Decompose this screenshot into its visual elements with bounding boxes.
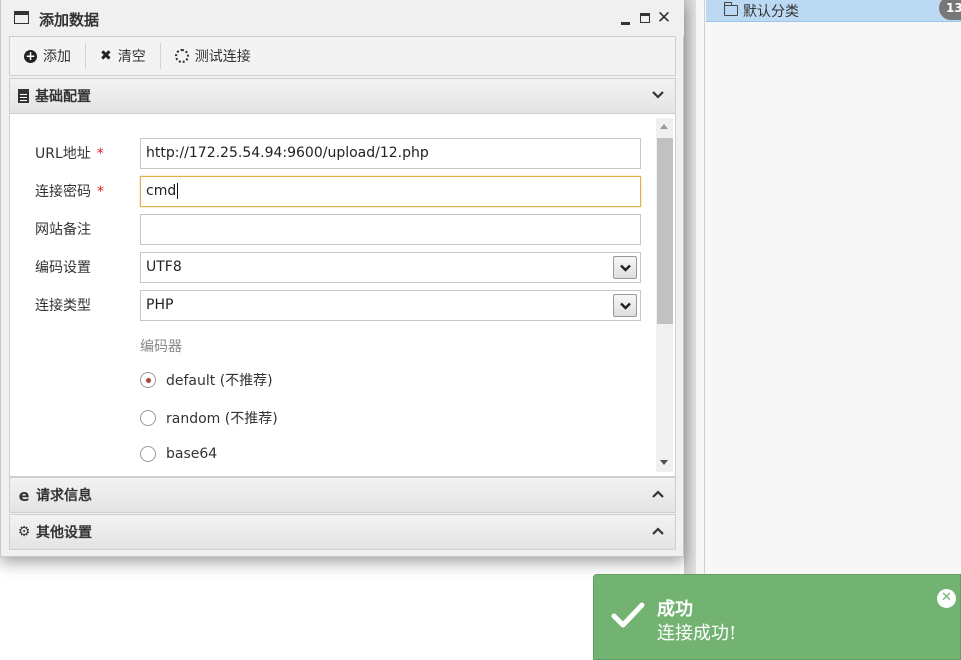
section-basic-header[interactable]: 基础配置 [9,78,676,114]
checkmark-icon [611,602,645,628]
chevron-down-icon [620,302,631,310]
radio-unchecked[interactable] [140,410,156,426]
section-other-header[interactable]: ⚙ 其他设置 [9,514,676,550]
encoder-option-default[interactable]: default (不推荐) [140,370,273,390]
note-label: 网站备注 [35,222,91,238]
text-caret [177,183,179,199]
note-input[interactable] [140,214,641,245]
chevron-up-icon [652,527,664,535]
document-icon [18,89,29,103]
ie-icon: e [18,485,30,505]
section-other-title: 其他设置 [36,525,92,541]
radio-unchecked[interactable] [140,446,156,462]
category-item-default[interactable]: 默认分类 13 [706,0,961,22]
window-icon [14,11,29,24]
dialog-toolbar: + 添加 ✖ 清空 测试连接 [9,36,676,76]
url-label: URL地址 * [35,146,104,162]
section-basic-title: 基础配置 [35,89,91,105]
add-button[interactable]: + 添加 [10,42,85,70]
encoder-option-label: random (不推荐) [166,411,278,427]
type-select[interactable]: PHP [140,290,641,321]
encoding-label: 编码设置 [35,260,91,276]
toast-close-icon[interactable]: ✕ [937,589,956,608]
test-connection-button[interactable]: 测试连接 [161,42,265,70]
x-icon: ✖ [100,48,112,64]
scroll-thumb[interactable] [657,138,673,324]
category-count-badge: 13 [939,0,961,20]
url-input[interactable]: http://172.25.54.94:9600/upload/12.php [140,138,641,169]
gears-icon: ⚙ [17,524,31,540]
clear-button[interactable]: ✖ 清空 [86,42,160,70]
required-mark: * [97,184,104,200]
dialog-title: 添加数据 [39,11,100,29]
type-dropdown-button[interactable] [613,294,637,317]
encoder-option-label: base64 [166,446,218,462]
password-label: 连接密码 * [35,184,104,200]
chevron-down-icon [652,91,664,99]
minimize-icon[interactable] [621,22,630,25]
type-value: PHP [146,297,174,313]
section-request-header[interactable]: e 请求信息 [9,477,676,513]
encoder-section-label: 编码器 [140,339,182,355]
vertical-scrollbar[interactable] [656,118,673,472]
radio-checked[interactable] [140,372,156,388]
scroll-down-arrow-icon[interactable] [660,460,668,465]
encoding-value: UTF8 [146,259,182,275]
right-panel: 默认分类 13 [696,0,961,660]
panel-divider [704,0,705,660]
type-label: 连接类型 [35,298,91,314]
encoder-option-base64[interactable]: base64 [140,446,217,462]
dialog-titlebar[interactable]: 添加数据 ✕ [1,0,684,36]
chevron-down-icon [620,264,631,272]
close-icon[interactable]: ✕ [656,8,672,28]
success-toast: 成功 连接成功! ✕ [593,574,961,660]
add-button-label: 添加 [43,49,71,65]
password-input[interactable]: cmd [140,176,641,207]
section-request-title: 请求信息 [36,488,92,504]
clear-button-label: 清空 [117,49,146,65]
toast-title: 成功 [657,599,693,620]
toast-message: 连接成功! [657,623,737,644]
maximize-icon[interactable] [640,13,650,23]
encoding-dropdown-button[interactable] [613,256,637,279]
scroll-up-arrow-icon[interactable] [660,124,668,129]
category-label: 默认分类 [743,3,799,20]
folder-icon [723,2,738,16]
add-data-dialog: 添加数据 ✕ + 添加 ✖ 清空 测试连接 基础配置 URL地址 * http:/… [0,0,684,557]
chevron-up-icon [652,490,664,498]
plus-circle-icon: + [24,48,37,63]
encoder-option-random[interactable]: random (不推荐) [140,408,278,428]
basic-config-panel: URL地址 * http://172.25.54.94:9600/upload/1… [9,114,676,476]
required-mark: * [96,146,104,162]
encoder-option-label: default (不推荐) [166,373,273,389]
spinner-icon [174,49,189,63]
encoding-select[interactable]: UTF8 [140,252,641,283]
window-shadow-strip [684,0,696,580]
password-value: cmd [146,183,177,199]
test-connection-label: 测试连接 [194,49,251,65]
